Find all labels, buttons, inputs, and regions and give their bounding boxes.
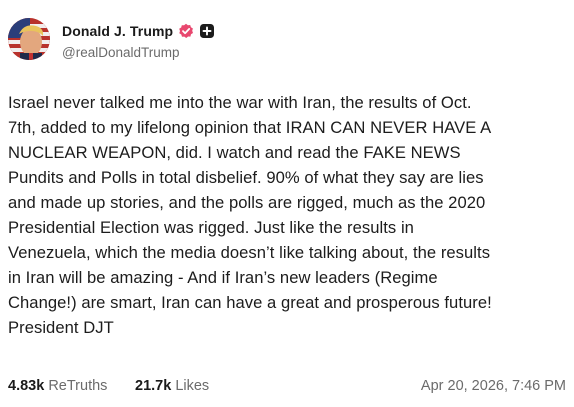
author-handle[interactable]: @realDonaldTrump	[62, 45, 180, 60]
plus-square-icon[interactable]	[199, 23, 215, 39]
retruths-label: ReTruths	[48, 378, 108, 394]
post-timestamp[interactable]: Apr 20, 2026, 7:46 PM	[421, 378, 566, 394]
retruths-stat[interactable]: 4.83k ReTruths	[8, 378, 107, 394]
post-footer: 4.83k ReTruths 21.7k Likes Apr 20, 2026,…	[8, 378, 566, 398]
avatar[interactable]	[8, 18, 50, 60]
retruths-count: 4.83k	[8, 378, 45, 394]
author-name-row: Donald J. Trump	[62, 20, 215, 42]
likes-stat[interactable]: 21.7k Likes	[135, 378, 209, 394]
verified-badge-icon	[178, 23, 194, 39]
likes-count: 21.7k	[135, 378, 172, 394]
author-display-name[interactable]: Donald J. Trump	[62, 23, 173, 39]
post-text: Israel never talked me into the war with…	[8, 93, 492, 337]
likes-label: Likes	[175, 378, 210, 394]
post-card: Donald J. Trump @realDonaldTrump Israel …	[0, 0, 574, 407]
